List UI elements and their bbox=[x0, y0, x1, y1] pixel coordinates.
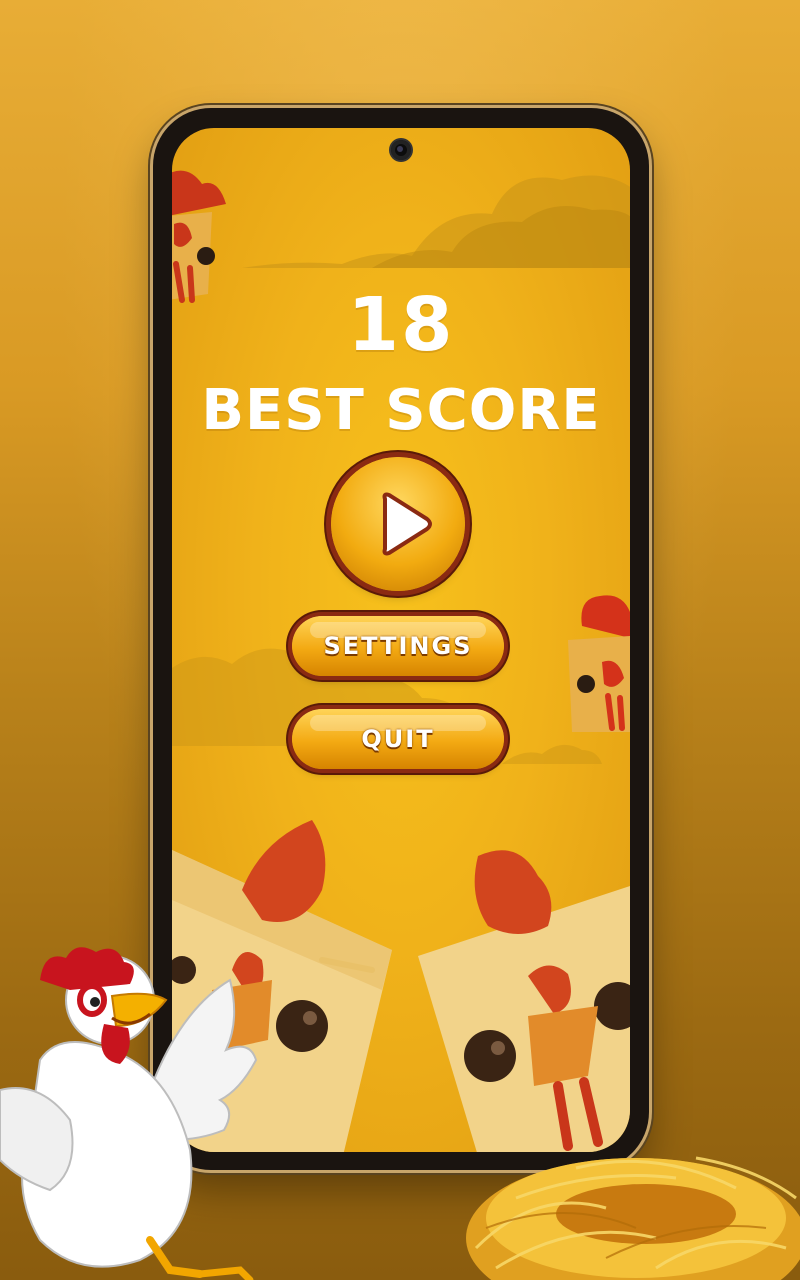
cloud-decoration-top bbox=[242, 175, 630, 268]
hay-nest-illustration bbox=[466, 1156, 800, 1280]
play-button[interactable] bbox=[331, 457, 465, 591]
rooster-decoration-right bbox=[568, 595, 630, 732]
rooster-decoration-bottom-right bbox=[418, 850, 630, 1152]
cloud-decoration-small bbox=[502, 744, 602, 764]
play-icon bbox=[382, 492, 432, 556]
best-score-label: BEST SCORE bbox=[201, 378, 601, 443]
quit-button[interactable]: QUIT bbox=[292, 709, 504, 769]
rooster-mascot-illustration bbox=[0, 947, 258, 1280]
current-score: 18 bbox=[347, 282, 455, 368]
settings-button[interactable]: SETTINGS bbox=[292, 616, 504, 676]
quit-button-label: QUIT bbox=[361, 725, 435, 753]
settings-button-label: SETTINGS bbox=[323, 632, 473, 660]
front-camera bbox=[391, 140, 411, 160]
